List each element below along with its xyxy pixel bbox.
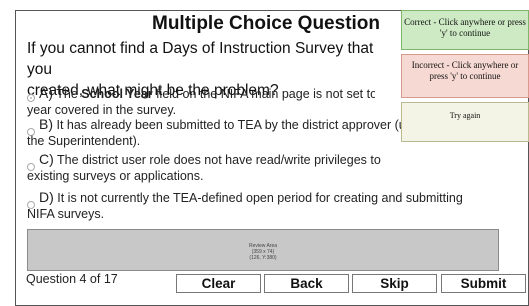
option-a-text-pre: The (53, 87, 82, 101)
option-c-letter: C) (39, 151, 54, 167)
option-a-letter: A) (39, 85, 53, 101)
option-d-text-main: It is not currently the TEA-defined open… (53, 191, 463, 205)
question-counter: Question 4 of 17 (26, 272, 118, 286)
feedback-correct[interactable]: Correct - Click anywhere or press 'y' to… (401, 10, 529, 50)
skip-button[interactable]: Skip (352, 274, 437, 293)
option-b-text[interactable]: B) It has already been submitted to TEA … (27, 116, 449, 149)
option-a-text[interactable]: A) The School Year field on the NIFA mai… (27, 85, 449, 118)
review-area-coords: (126, Y:380) (249, 255, 277, 261)
option-b-text-main: It has already been submitted to TEA by … (53, 118, 411, 132)
option-d-text[interactable]: D) It is not currently the TEA-defined o… (27, 189, 463, 222)
option-b-letter: B) (39, 116, 53, 132)
submit-button[interactable]: Submit (441, 274, 526, 293)
review-area: Review Area (359 x 74) (126, Y:380) (27, 229, 499, 271)
option-c-line-2: existing surveys or applications. (27, 169, 204, 183)
feedback-incorrect[interactable]: Incorrect - Click anywhere or press 'y' … (401, 54, 529, 98)
question-prompt-line-1: If you cannot find a Days of Instruction… (27, 40, 374, 78)
option-a-text-bold: School Year (81, 87, 153, 101)
feedback-try-again[interactable]: Try again (401, 102, 529, 142)
clear-button[interactable]: Clear (176, 274, 261, 293)
question-title: Multiple Choice Question (152, 13, 381, 34)
option-c-text-main: The district user role does not have rea… (53, 153, 381, 167)
option-b-line-2: the Superintendent). (27, 134, 141, 148)
back-button[interactable]: Back (264, 274, 349, 293)
option-d-line-2: NIFA surveys. (27, 207, 105, 221)
option-c-text[interactable]: C) The district user role does not have … (27, 151, 449, 184)
option-a-radio[interactable] (27, 94, 35, 102)
option-a-text-post: field on the NIFA main page is not set t… (156, 87, 375, 101)
option-d-letter: D) (39, 189, 54, 205)
